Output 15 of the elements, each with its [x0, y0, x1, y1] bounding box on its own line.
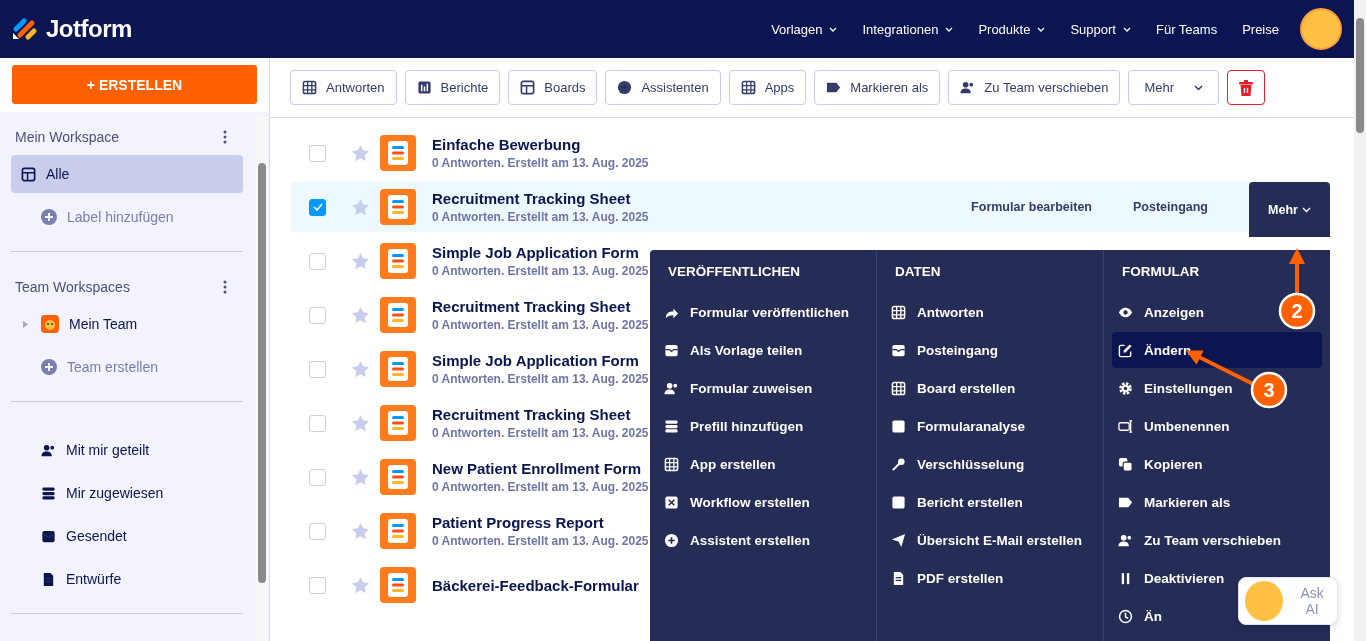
- form-meta: 0 Antworten. Erstellt am 13. Aug. 2025: [432, 426, 649, 440]
- step-badge: 2: [1278, 292, 1316, 330]
- form-meta: 0 Antworten. Erstellt am 13. Aug. 2025: [432, 156, 649, 170]
- form-meta: 0 Antworten. Erstellt am 13. Aug. 2025: [432, 480, 649, 494]
- form-meta: 0 Antworten. Erstellt am 13. Aug. 2025: [432, 318, 649, 332]
- form-meta: 0 Antworten. Erstellt am 13. Aug. 2025: [432, 264, 649, 278]
- section-title: Mein Workspace: [15, 129, 119, 145]
- section-title: Team Workspaces: [15, 279, 130, 295]
- menu-heading: VERÖFFENTLICHEN: [667, 264, 801, 281]
- menu-heading: DATEN: [894, 264, 942, 281]
- form-meta: 0 Antworten. Erstellt am 13. Aug. 2025: [432, 372, 649, 386]
- form-meta: 0 Antworten. Erstellt am 13. Aug. 2025: [432, 210, 649, 224]
- form-meta: 0 Antworten. Erstellt am 13. Aug. 2025: [432, 534, 649, 548]
- step-badge: 3: [1250, 371, 1288, 409]
- menu-heading: FORMULAR: [1121, 264, 1201, 281]
